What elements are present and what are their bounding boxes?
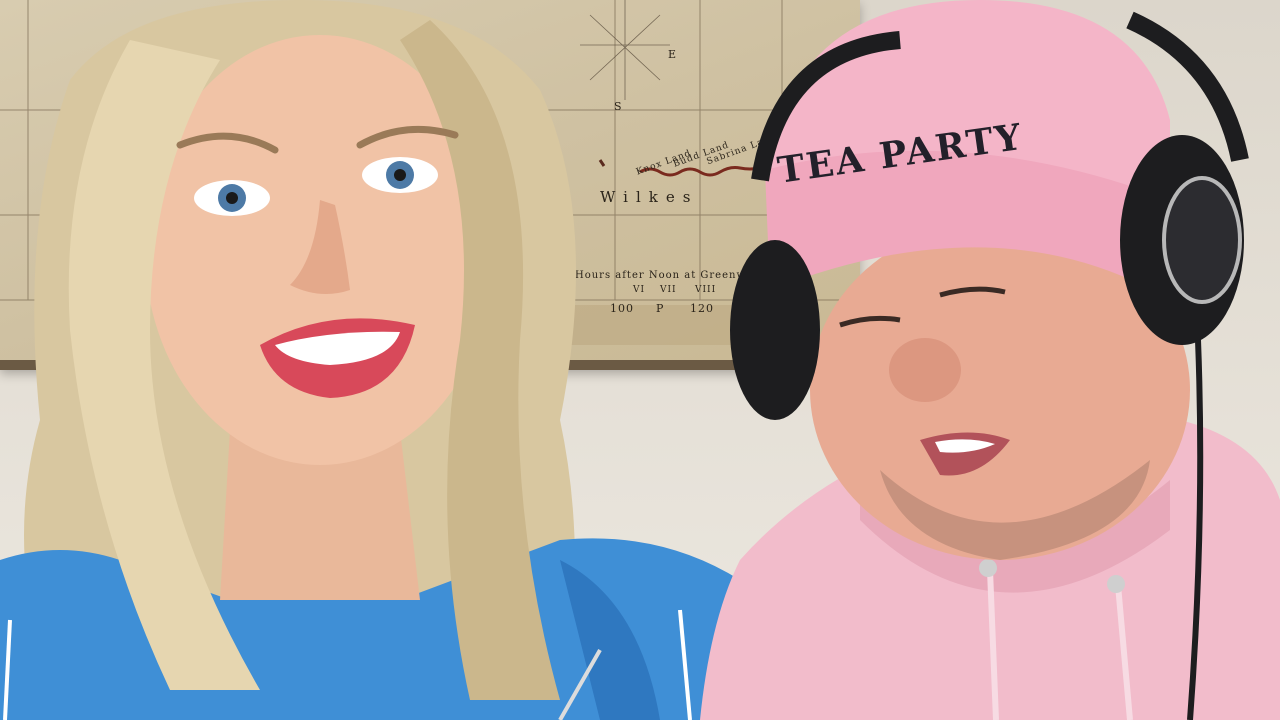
man-portrait <box>700 0 1280 720</box>
photo-scene: Wilkes Hours after Noon at Greenwich 100… <box>0 0 1280 720</box>
woman-portrait <box>0 0 740 720</box>
